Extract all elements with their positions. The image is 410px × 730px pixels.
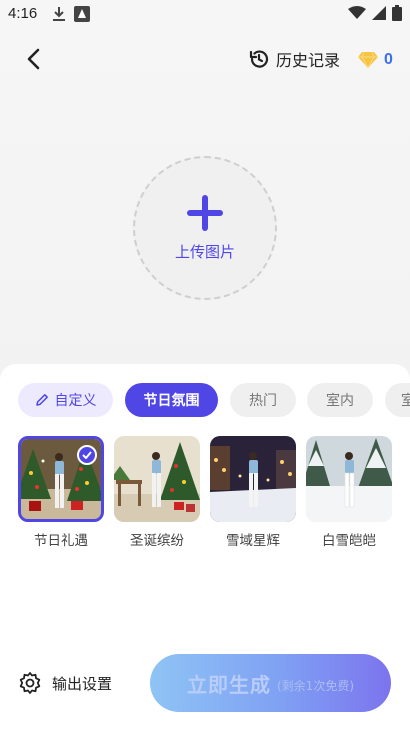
tab-hot[interactable]: 热门 (230, 383, 296, 417)
style-thumbnail (210, 436, 296, 522)
chevron-left-icon (27, 48, 40, 70)
history-label: 历史记录 (276, 51, 341, 70)
style-preview-image (210, 436, 296, 522)
style-label: 节日礼遇 (34, 533, 88, 549)
battery-icon (392, 5, 402, 21)
pencil-icon (35, 394, 48, 406)
style-item-white-snow[interactable]: 白雪皑皑 (306, 436, 392, 549)
output-settings-label: 输出设置 (52, 674, 113, 693)
style-label: 圣诞缤纷 (130, 533, 184, 549)
upload-label: 上传图片 (174, 242, 235, 261)
upload-image-button[interactable]: 上传图片 (133, 156, 277, 300)
tab-label: 室内 (326, 393, 354, 409)
style-thumbnail (18, 436, 104, 522)
tab-indoor[interactable]: 室内 (307, 383, 373, 417)
status-time: 4:16 (8, 5, 38, 22)
plus-icon (187, 194, 223, 231)
output-settings-button[interactable]: 输出设置 (18, 669, 112, 697)
signal-icon (372, 6, 386, 20)
style-label: 雪域星辉 (226, 533, 280, 549)
gem-count: 0 (384, 51, 393, 68)
tab-label: 节日氛围 (143, 393, 200, 409)
style-list: 节日礼遇 圣诞缤纷 雪域星辉 白雪皑皑 (18, 436, 410, 556)
history-icon (249, 50, 269, 68)
download-icon (53, 7, 65, 21)
back-button[interactable] (18, 44, 48, 74)
style-thumbnail (306, 436, 392, 522)
category-tabs: 自定义 节日氛围 热门 室内 室 (18, 383, 410, 417)
generate-label: 立即生成 (187, 672, 271, 697)
generate-now-button[interactable]: 立即生成 (剩余1次免费) (150, 654, 391, 712)
style-item-christmas[interactable]: 圣诞缤纷 (114, 436, 200, 549)
generate-free-count: (剩余1次免费) (277, 678, 354, 693)
gear-icon (19, 672, 41, 694)
checkmark-icon (77, 445, 97, 465)
tab-label: 室 (401, 393, 410, 409)
status-indicators (348, 5, 402, 21)
gem-balance[interactable]: 0 (358, 48, 393, 72)
status-bar: 4:16 (0, 0, 410, 28)
wifi-icon (348, 6, 366, 19)
style-label: 白雪皑皑 (322, 533, 376, 549)
style-preview-image (114, 436, 200, 522)
tab-holiday[interactable]: 节日氛围 (125, 383, 218, 417)
history-button[interactable]: 历史记录 (248, 46, 340, 72)
tab-more[interactable]: 室 (385, 383, 410, 417)
style-preview-image (306, 436, 392, 522)
style-item-holiday-gift[interactable]: 节日礼遇 (18, 436, 104, 549)
tab-label: 热门 (249, 393, 277, 409)
app-notification-icon (74, 6, 90, 22)
tab-custom[interactable]: 自定义 (18, 383, 113, 417)
tab-label: 自定义 (54, 393, 97, 409)
style-item-snow-stars[interactable]: 雪域星辉 (210, 436, 296, 549)
gem-icon (358, 51, 378, 69)
style-thumbnail (114, 436, 200, 522)
